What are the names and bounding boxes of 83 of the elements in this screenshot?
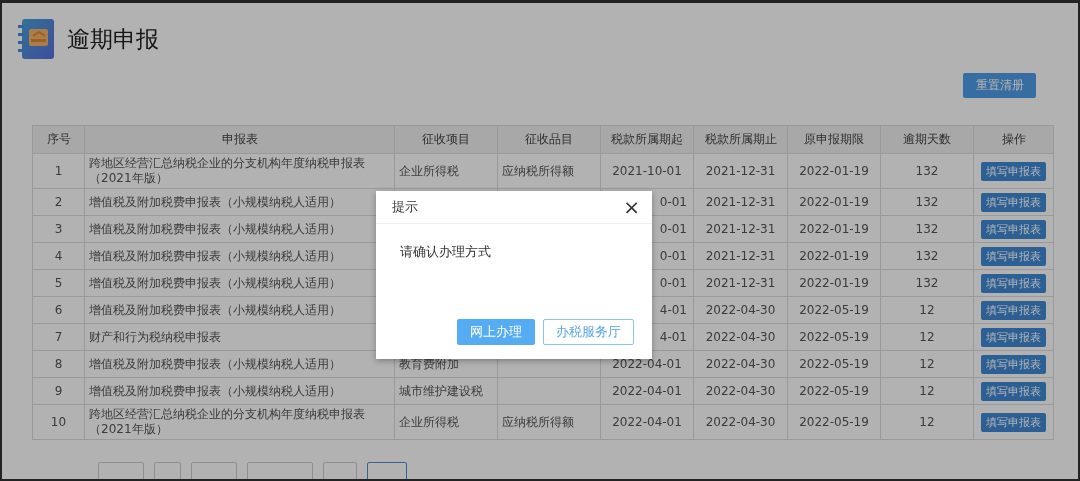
table-cell: 2022-05-19 (787, 377, 881, 405)
table-cell: 10 (32, 404, 85, 440)
table-cell: 1 (32, 153, 85, 189)
column-header: 征收品目 (497, 125, 601, 154)
table-cell: 增值税及附加税费申报表（小规模纳税人适用） (84, 377, 395, 405)
go-button[interactable] (367, 462, 407, 479)
table-cell: 2 (32, 188, 85, 216)
table-cell: 2021-12-31 (693, 269, 788, 297)
table-cell: 132 (880, 269, 974, 297)
table-cell: 2022-05-19 (787, 404, 881, 440)
table-cell: 12 (880, 404, 974, 440)
table-cell: 132 (880, 215, 974, 243)
table-cell: 企业所得税 (394, 404, 498, 440)
table-cell: 6 (32, 296, 85, 324)
table-cell: 2022-01-19 (787, 269, 881, 297)
table-cell: 2022-04-01 (600, 404, 694, 440)
table-cell: 2022-01-19 (787, 188, 881, 216)
fill-form-button[interactable]: 填写申报表 (981, 300, 1046, 320)
table-cell: 2022-04-30 (693, 377, 788, 405)
pager-button[interactable] (323, 462, 357, 479)
table-cell: 应纳税所得额 (497, 153, 601, 189)
dialog-message: 请确认办理方式 (399, 243, 492, 261)
column-header: 原申报期限 (787, 125, 881, 154)
page-size-select[interactable] (247, 462, 313, 479)
pager-button[interactable] (154, 462, 181, 479)
pager-select[interactable] (98, 462, 144, 479)
table-cell: 2021-12-31 (693, 242, 788, 270)
fill-form-button[interactable]: 填写申报表 (981, 381, 1046, 401)
fill-form-button[interactable]: 填写申报表 (981, 412, 1046, 432)
fill-form-button[interactable]: 填写申报表 (981, 161, 1046, 181)
notebook-icon (18, 19, 54, 59)
table-cell: 跨地区经营汇总纳税企业的分支机构年度纳税申报表（2021年版） (84, 153, 395, 189)
table-cell: 12 (880, 323, 974, 351)
table-cell: 跨地区经营汇总纳税企业的分支机构年度纳税申报表（2021年版） (84, 404, 395, 440)
table-cell: 2022-04-30 (693, 404, 788, 440)
table-cell: 2021-12-31 (693, 215, 788, 243)
fill-form-button[interactable]: 填写申报表 (981, 327, 1046, 347)
page-field[interactable] (191, 462, 237, 479)
reset-button[interactable]: 重置清册 (963, 73, 1036, 98)
column-header: 操作 (973, 125, 1054, 154)
table-cell: 城市维护建设税 (394, 377, 498, 405)
table-cell: 12 (880, 377, 974, 405)
table-cell: 3 (32, 215, 85, 243)
page-title: 逾期申报 (67, 24, 159, 54)
table-cell: 2021-10-01 (600, 153, 694, 189)
fill-form-button[interactable]: 填写申报表 (981, 219, 1046, 239)
column-header: 税款所属期起 (600, 125, 694, 154)
table-cell: 8 (32, 350, 85, 378)
table-cell: 2021-12-31 (693, 153, 788, 189)
table-cell: 12 (880, 296, 974, 324)
fill-form-button[interactable]: 填写申报表 (981, 273, 1046, 293)
online-button[interactable]: 网上办理 (457, 319, 535, 345)
column-header: 税款所属期止 (693, 125, 788, 154)
table-cell: 132 (880, 242, 974, 270)
table-cell: 2022-04-30 (693, 296, 788, 324)
column-header: 征收项目 (394, 125, 498, 154)
table-cell: 9 (32, 377, 85, 405)
table-cell: 2022-01-19 (787, 242, 881, 270)
table-cell: 2022-04-30 (693, 323, 788, 351)
fill-form-button[interactable]: 填写申报表 (981, 192, 1046, 212)
table-cell: 2022-01-19 (787, 153, 881, 189)
table-cell: 5 (32, 269, 85, 297)
service-hall-button[interactable]: 办税服务厅 (543, 319, 634, 345)
column-header: 序号 (32, 125, 85, 154)
table-cell: 2021-12-31 (693, 188, 788, 216)
column-header: 申报表 (84, 125, 395, 154)
table-cell: 2022-04-30 (693, 350, 788, 378)
table-cell: 2022-05-19 (787, 350, 881, 378)
close-button[interactable]: × (619, 197, 644, 217)
table-cell: 企业所得税 (394, 153, 498, 189)
column-header: 逾期天数 (880, 125, 974, 154)
table-cell: 应纳税所得额 (497, 404, 601, 440)
table-cell: 2022-01-19 (787, 215, 881, 243)
table-cell: 2022-05-19 (787, 296, 881, 324)
table-cell: 132 (880, 153, 974, 189)
table-cell: 12 (880, 350, 974, 378)
table-cell: 132 (880, 188, 974, 216)
table-cell: 2022-05-19 (787, 323, 881, 351)
table-cell: 2022-04-01 (600, 377, 694, 405)
table-cell: 7 (32, 323, 85, 351)
table-cell: 4 (32, 242, 85, 270)
fill-form-button[interactable]: 填写申报表 (981, 354, 1046, 374)
fill-form-button[interactable]: 填写申报表 (981, 246, 1046, 266)
